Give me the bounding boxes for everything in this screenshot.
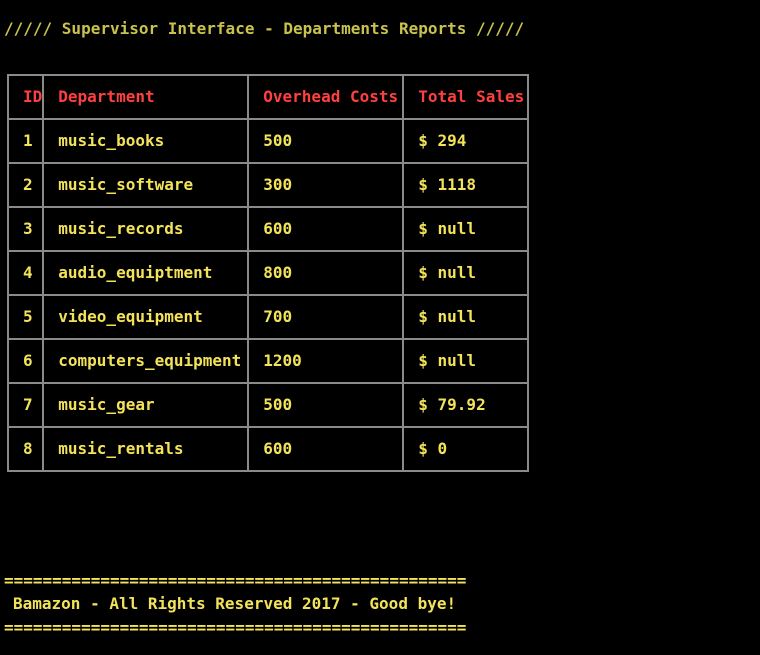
table-row: 3 music_records 600 $ null [6,206,530,252]
cell-total-sales: $ 1118 [402,162,530,208]
table-row: 7 music_gear 500 $ 79.92 [6,382,530,428]
cell-department: music_gear [42,382,250,428]
cell-overhead-costs: 600 [247,206,405,252]
cell-total-sales: $ null [402,338,530,384]
cell-overhead-costs: 300 [247,162,405,208]
header-id: ID [6,74,45,120]
cell-total-sales: $ 0 [402,426,530,472]
cell-total-sales: $ 294 [402,118,530,164]
header-total-sales: Total Sales [402,74,530,120]
cell-overhead-costs: 700 [247,294,405,340]
cell-id: 5 [6,294,45,340]
table-row: 1 music_books 500 $ 294 [6,118,530,164]
header-department: Department [42,74,250,120]
footer-rule-top: ========================================… [4,571,467,590]
cell-department: audio_equiptment [42,250,250,296]
cell-id: 4 [6,250,45,296]
cell-department: music_records [42,206,250,252]
cell-id: 2 [6,162,45,208]
cell-overhead-costs: 600 [247,426,405,472]
cell-id: 3 [6,206,45,252]
cell-id: 6 [6,338,45,384]
cell-overhead-costs: 500 [247,382,405,428]
cell-department: music_rentals [42,426,250,472]
cell-overhead-costs: 800 [247,250,405,296]
cell-department: computers_equipment [42,338,250,384]
cell-id: 1 [6,118,45,164]
cell-total-sales: $ 79.92 [402,382,530,428]
cell-total-sales: $ null [402,250,530,296]
cell-total-sales: $ null [402,206,530,252]
cell-id: 8 [6,426,45,472]
table-row: 8 music_rentals 600 $ 0 [6,426,530,472]
departments-table: ID Department Overhead Costs Total Sales… [6,74,530,472]
footer-rule-bottom: ========================================… [4,618,467,637]
footer-message: Bamazon - All Rights Reserved 2017 - Goo… [13,594,457,613]
page-title: ///// Supervisor Interface - Departments… [4,19,525,38]
cell-department: music_books [42,118,250,164]
table-row: 6 computers_equipment 1200 $ null [6,338,530,384]
cell-overhead-costs: 500 [247,118,405,164]
table-header-row: ID Department Overhead Costs Total Sales [6,74,530,120]
cell-total-sales: $ null [402,294,530,340]
cell-department: music_software [42,162,250,208]
cell-id: 7 [6,382,45,428]
table-row: 5 video_equipment 700 $ null [6,294,530,340]
table-row: 2 music_software 300 $ 1118 [6,162,530,208]
cell-overhead-costs: 1200 [247,338,405,384]
header-overhead-costs: Overhead Costs [247,74,405,120]
table-row: 4 audio_equiptment 800 $ null [6,250,530,296]
cell-department: video_equipment [42,294,250,340]
